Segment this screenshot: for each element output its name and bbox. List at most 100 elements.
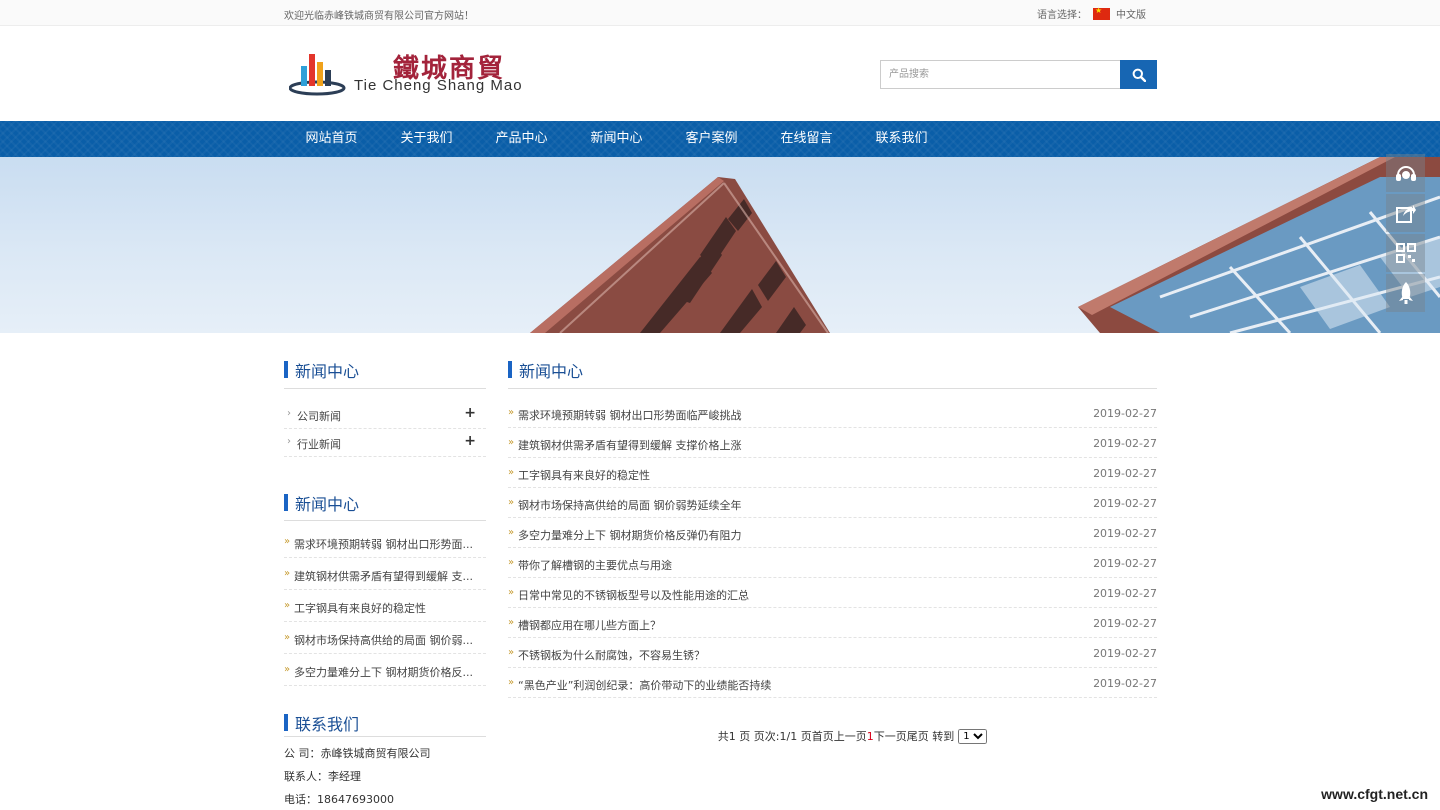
news-date: 2019-02-27 — [1093, 497, 1157, 510]
pager-prefix[interactable]: 共1 页 页次:1/1 页首页上一页 — [718, 728, 867, 744]
category-company-news[interactable]: › 公司新闻 + — [284, 401, 486, 429]
table-row[interactable]: » 槽钢都应用在哪儿些方面上？ 2019-02-27 — [508, 608, 1157, 638]
language-chinese-link[interactable]: 中文版 — [1116, 6, 1146, 21]
list-item[interactable]: » 建筑钢材供需矛盾有望得到缓解 支... — [284, 558, 486, 590]
nav-item-home[interactable]: 网站首页 — [284, 121, 379, 157]
table-row[interactable]: » 需求环境预期转弱 钢材出口形势面临严峻挑战 2019-02-27 — [508, 398, 1157, 428]
nav-item-products[interactable]: 产品中心 — [474, 121, 569, 157]
table-row[interactable]: » 建筑钢材供需矛盾有望得到缓解 支撑价格上涨 2019-02-27 — [508, 428, 1157, 458]
sidebar-contact-title: 联系我们 — [295, 715, 360, 734]
search-box — [880, 60, 1157, 89]
news-title-link[interactable]: 钢材市场保持高供给的局面 钢价弱势延续全年 — [518, 497, 742, 513]
double-arrow-icon: » — [508, 587, 515, 598]
sidebar-section-title: 新闻中心 — [284, 470, 486, 521]
contact-person: 联系人：李经理 — [284, 770, 361, 783]
rocket-icon — [1398, 282, 1413, 304]
search-icon — [1132, 68, 1146, 82]
expand-plus-icon[interactable]: + — [464, 405, 476, 421]
category-label: 公司新闻 — [297, 410, 341, 423]
pager-suffix[interactable]: 下一页尾页 转到 — [874, 728, 955, 744]
double-arrow-icon: » — [508, 497, 515, 508]
news-date: 2019-02-27 — [1093, 467, 1157, 480]
pager-current-page: 1 — [866, 729, 874, 743]
headset-icon — [1395, 166, 1416, 181]
welcome-text: 欢迎光临赤峰铁城商贸有限公司官方网站！ — [284, 11, 474, 22]
news-title-link[interactable]: 建筑钢材供需矛盾有望得到缓解 支撑价格上涨 — [518, 437, 742, 453]
page-jump-select[interactable]: 1 — [958, 728, 988, 744]
sidebar-section-title: 联系我们 — [284, 693, 486, 737]
double-arrow-icon: » — [508, 557, 515, 568]
news-title-link[interactable]: 需求环境预期转弱 钢材出口形势面临严峻挑战 — [518, 407, 742, 423]
news-title-link[interactable]: 多空力量难分上下 钢材期货价格反弹仍有阻力 — [518, 527, 742, 543]
news-title-link[interactable]: 工字钢具有来良好的稳定性 — [518, 467, 650, 483]
recent-news-link[interactable]: 工字钢具有来良好的稳定性 — [294, 600, 426, 616]
double-arrow-icon: » — [508, 407, 515, 418]
search-button[interactable] — [1120, 60, 1157, 89]
expand-plus-icon[interactable]: + — [464, 433, 476, 449]
table-row[interactable]: » 钢材市场保持高供给的局面 钢价弱势延续全年 2019-02-27 — [508, 488, 1157, 518]
double-arrow-icon: » — [508, 527, 515, 538]
recent-news-list: » 需求环境预期转弱 钢材出口形势面... » 建筑钢材供需矛盾有望得到缓解 支..… — [284, 521, 486, 686]
table-row[interactable]: » 多空力量难分上下 钢材期货价格反弹仍有阻力 2019-02-27 — [508, 518, 1157, 548]
news-date: 2019-02-27 — [1093, 617, 1157, 630]
list-item[interactable]: » 钢材市场保持高供给的局面 钢价弱... — [284, 622, 486, 654]
list-item[interactable]: » 工字钢具有来良好的稳定性 — [284, 590, 486, 622]
table-row[interactable]: » 不锈钢板为什么耐腐蚀，不容易生锈？ 2019-02-27 — [508, 638, 1157, 668]
customer-service-button[interactable] — [1386, 154, 1425, 192]
table-row[interactable]: » “黑色产业”利润创纪录：高价带动下的业绩能否持续 2019-02-27 — [508, 668, 1157, 698]
nav-item-news[interactable]: 新闻中心 — [569, 121, 664, 157]
floating-side-toolbar — [1386, 154, 1425, 314]
table-row[interactable]: » 工字钢具有来良好的稳定性 2019-02-27 — [508, 458, 1157, 488]
double-arrow-icon: » — [508, 617, 515, 628]
sidebar-section-title: 新闻中心 — [284, 333, 486, 389]
list-item[interactable]: » 需求环境预期转弱 钢材出口形势面... — [284, 526, 486, 558]
category-industry-news[interactable]: › 行业新闻 + — [284, 429, 486, 457]
recent-news-link[interactable]: 钢材市场保持高供给的局面 钢价弱... — [294, 632, 473, 648]
nav-item-message[interactable]: 在线留言 — [759, 121, 854, 157]
content-area: 新闻中心 › 公司新闻 + › 行业新闻 + 新闻中心 » 需求环境预期转弱 钢材… — [0, 333, 1440, 810]
nav-item-about[interactable]: 关于我们 — [379, 121, 474, 157]
nav-item-contact[interactable]: 联系我们 — [854, 121, 949, 157]
contact-company: 公 司：赤峰铁城商贸有限公司 — [284, 747, 431, 760]
news-title-link[interactable]: 不锈钢板为什么耐腐蚀，不容易生锈？ — [518, 647, 705, 663]
logo-mark-icon — [289, 54, 346, 96]
header: 鐵城商貿 Tie Cheng Shang Mao — [0, 26, 1440, 121]
sidebar-news-title: 新闻中心 — [295, 362, 360, 381]
news-date: 2019-02-27 — [1093, 587, 1157, 600]
news-list: » 需求环境预期转弱 钢材出口形势面临严峻挑战 2019-02-27» 建筑钢材供需矛… — [508, 389, 1157, 698]
language-label: 语言选择： — [1037, 10, 1087, 21]
double-arrow-icon: » — [508, 467, 515, 478]
qrcode-button[interactable] — [1386, 234, 1425, 272]
news-title-link[interactable]: 带你了解槽钢的主要优点与用途 — [518, 557, 672, 573]
news-date: 2019-02-27 — [1093, 407, 1157, 420]
site-logo[interactable]: 鐵城商貿 Tie Cheng Shang Mao — [289, 46, 559, 98]
news-title-link[interactable]: 槽钢都应用在哪儿些方面上？ — [518, 617, 661, 633]
back-to-top-button[interactable] — [1386, 274, 1425, 312]
news-title-link[interactable]: 日常中常见的不锈钢板型号以及性能用途的汇总 — [518, 587, 749, 603]
arrow-right-icon: › — [287, 408, 291, 419]
recent-news-link[interactable]: 需求环境预期转弱 钢材出口形势面... — [294, 536, 473, 552]
nav-item-cases[interactable]: 客户案例 — [664, 121, 759, 157]
pagination: 共1 页 页次:1/1 页首页上一页 1 下一页尾页 转到 1 — [548, 728, 1157, 744]
recent-news-link[interactable]: 建筑钢材供需矛盾有望得到缓解 支... — [294, 568, 473, 584]
news-date: 2019-02-27 — [1093, 437, 1157, 450]
recent-news-link[interactable]: 多空力量难分上下 钢材期货价格反... — [294, 664, 473, 680]
double-arrow-icon: » — [284, 568, 291, 579]
list-item[interactable]: » 多空力量难分上下 钢材期货价格反... — [284, 654, 486, 686]
table-row[interactable]: » 日常中常见的不锈钢板型号以及性能用途的汇总 2019-02-27 — [508, 578, 1157, 608]
double-arrow-icon: » — [508, 677, 515, 688]
share-button[interactable] — [1386, 194, 1425, 232]
category-label: 行业新闻 — [297, 438, 341, 451]
table-row[interactable]: » 带你了解槽钢的主要优点与用途 2019-02-27 — [508, 548, 1157, 578]
share-icon — [1395, 205, 1416, 223]
news-date: 2019-02-27 — [1093, 557, 1157, 570]
news-title-link[interactable]: “黑色产业”利润创纪录：高价带动下的业绩能否持续 — [518, 677, 771, 693]
language-selector[interactable]: 语言选择： 中文版 — [1037, 6, 1146, 22]
sidebar: 新闻中心 › 公司新闻 + › 行业新闻 + 新闻中心 » 需求环境预期转弱 钢材… — [284, 333, 486, 810]
main-navigation: 网站首页 关于我们 产品中心 新闻中心 客户案例 在线留言 联系我们 — [0, 121, 1440, 157]
arrow-right-icon: › — [287, 436, 291, 447]
double-arrow-icon: » — [284, 632, 291, 643]
double-arrow-icon: » — [284, 600, 291, 611]
china-flag-icon[interactable] — [1093, 6, 1110, 20]
search-input[interactable] — [880, 60, 1120, 89]
